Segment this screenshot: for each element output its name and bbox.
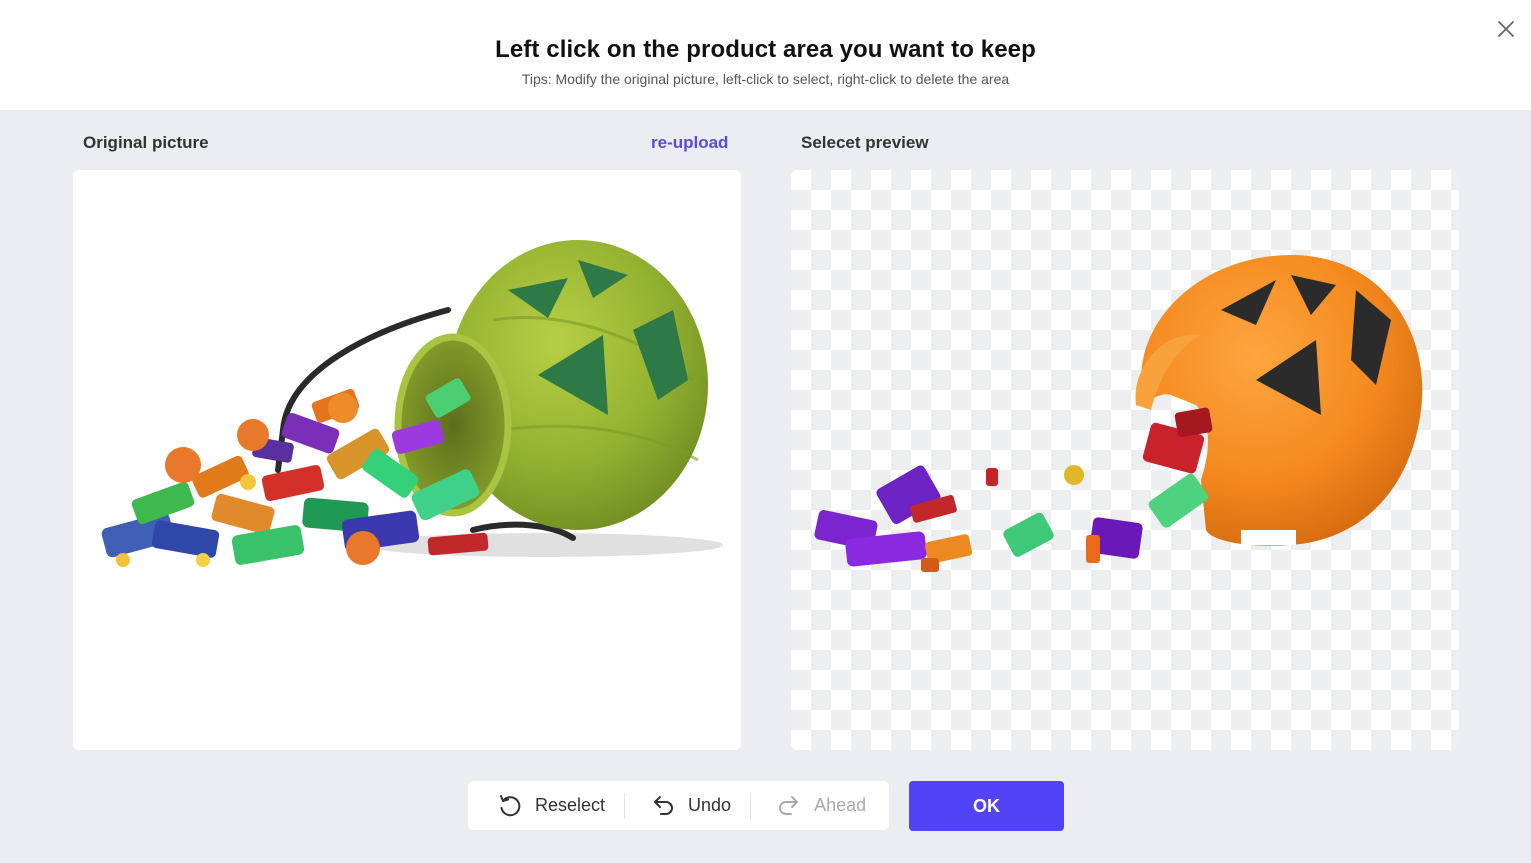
undo-icon <box>654 795 674 815</box>
preview-product-image <box>814 255 1423 572</box>
undo-label: Undo <box>688 795 732 815</box>
re-upload-link[interactable]: re-upload <box>651 133 728 153</box>
dialog-title: Left click on the product area you want … <box>495 36 1036 63</box>
selection-preview-canvas <box>791 170 1459 750</box>
edit-toolbar: Reselect Undo Ahead <box>468 781 889 830</box>
close-icon[interactable] <box>1494 17 1518 41</box>
redo-icon <box>779 795 799 815</box>
dialog-header: Left click on the product area you want … <box>0 0 1531 110</box>
toolbar-divider <box>750 792 752 819</box>
ok-button[interactable]: OK <box>909 781 1064 831</box>
original-product-image <box>101 240 723 567</box>
rotate-ccw-icon <box>500 794 521 816</box>
toolbar-divider <box>624 792 626 819</box>
reselect-label: Reselect <box>535 795 606 815</box>
ahead-button[interactable]: Ahead <box>776 781 866 830</box>
original-picture-canvas[interactable] <box>73 170 741 750</box>
dialog-tips: Tips: Modify the original picture, left-… <box>521 71 1010 87</box>
ahead-label: Ahead <box>814 795 867 815</box>
preview-label: Selecet preview <box>801 133 929 152</box>
reselect-button[interactable]: Reselect <box>497 781 605 830</box>
original-picture-label: Original picture <box>83 133 209 152</box>
undo-button[interactable]: Undo <box>650 781 731 830</box>
